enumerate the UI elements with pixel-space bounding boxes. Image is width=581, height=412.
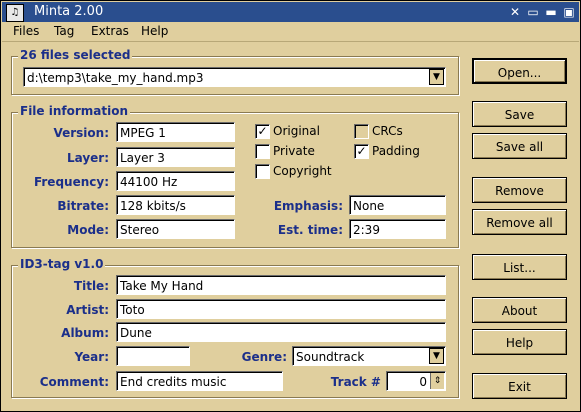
id3-group-title: ID3-tag v1.0 <box>18 257 106 272</box>
mode-label: Mode: <box>67 223 109 237</box>
original-label: Original <box>273 124 320 138</box>
frequency-label: Frequency: <box>33 175 109 189</box>
genre-value: Soundtrack <box>296 350 365 364</box>
open-button[interactable]: Open... <box>472 58 567 84</box>
track-value: 0 <box>419 375 427 389</box>
file-select[interactable]: d:\temp3\take_my_hand.mp3 ▼ <box>23 67 446 87</box>
save-all-button[interactable]: Save all <box>472 133 567 159</box>
selection-group-title: 26 files selected <box>18 48 133 63</box>
minimize-icon[interactable]: ▭ <box>526 5 540 19</box>
file-info-group-title: File information <box>18 104 131 119</box>
emphasis-field: None <box>349 195 446 215</box>
exit-button[interactable]: Exit <box>472 373 567 399</box>
close-x-icon[interactable]: ✕ <box>508 5 522 19</box>
copyright-label: Copyright <box>273 164 332 178</box>
window-title: Minta 2.00 <box>34 4 104 19</box>
comment-label: Comment: <box>39 375 109 389</box>
layer-field: Layer 3 <box>116 147 235 167</box>
genre-label: Genre: <box>241 350 287 364</box>
main-window: ♫ Minta 2.00 ✕ ▭ ▬ ▣ Files Tag Extras He… <box>0 0 581 412</box>
year-label: Year: <box>74 350 109 364</box>
original-check[interactable]: ✓ <box>255 124 270 139</box>
chevron-down-icon[interactable]: ▼ <box>429 69 444 85</box>
remove-all-button[interactable]: Remove all <box>472 209 567 235</box>
maximize-icon[interactable]: ▣ <box>562 5 576 19</box>
album-field[interactable]: Dune <box>116 322 446 342</box>
list-button[interactable]: List... <box>472 254 567 280</box>
bitrate-field: 128 kbits/s <box>116 195 235 215</box>
stepper-arrows-icon[interactable]: ⇕ <box>430 373 444 389</box>
est-time-field: 2:39 <box>349 219 446 239</box>
artist-field[interactable]: Toto <box>116 299 446 319</box>
bitrate-label: Bitrate: <box>57 199 109 213</box>
file-select-value: d:\temp3\take_my_hand.mp3 <box>27 71 204 85</box>
save-button[interactable]: Save <box>472 101 567 127</box>
frequency-field: 44100 Hz <box>116 171 235 191</box>
padding-label: Padding <box>372 144 420 158</box>
private-check[interactable] <box>255 144 270 159</box>
version-field: MPEG 1 <box>116 122 235 142</box>
private-label: Private <box>273 144 315 158</box>
album-label: Album: <box>61 326 109 340</box>
padding-check[interactable]: ✓ <box>354 144 369 159</box>
title-bar[interactable]: ♫ Minta 2.00 ✕ ▭ ▬ ▣ <box>2 2 579 22</box>
menu-bar: Files Tag Extras Help <box>2 22 579 42</box>
copyright-check[interactable] <box>255 164 270 179</box>
about-button[interactable]: About <box>472 297 567 323</box>
remove-button[interactable]: Remove <box>472 177 567 203</box>
mode-field: Stereo <box>116 219 235 239</box>
chevron-down-icon[interactable]: ▼ <box>429 348 444 364</box>
artist-label: Artist: <box>66 303 109 317</box>
track-stepper[interactable]: 0 ⇕ <box>386 371 446 391</box>
crcs-label: CRCs <box>372 124 403 138</box>
title-label: Title: <box>73 279 109 293</box>
emphasis-label: Emphasis: <box>273 199 343 213</box>
menu-help[interactable]: Help <box>141 24 168 39</box>
crcs-check[interactable] <box>354 124 369 139</box>
menu-files[interactable]: Files <box>13 24 39 39</box>
track-label: Track # <box>330 375 381 389</box>
genre-select[interactable]: Soundtrack ▼ <box>292 346 446 366</box>
comment-field[interactable]: End credits music <box>116 371 283 391</box>
help-button[interactable]: Help <box>472 329 567 355</box>
menu-tag[interactable]: Tag <box>54 24 74 39</box>
menu-extras[interactable]: Extras <box>91 24 129 39</box>
version-label: Version: <box>53 126 109 140</box>
title-field[interactable]: Take My Hand <box>116 275 446 295</box>
restore-icon[interactable]: ▬ <box>544 5 558 19</box>
est-time-label: Est. time: <box>277 223 343 237</box>
year-field[interactable] <box>116 346 190 366</box>
layer-label: Layer: <box>66 151 109 165</box>
app-icon[interactable]: ♫ <box>6 4 24 22</box>
